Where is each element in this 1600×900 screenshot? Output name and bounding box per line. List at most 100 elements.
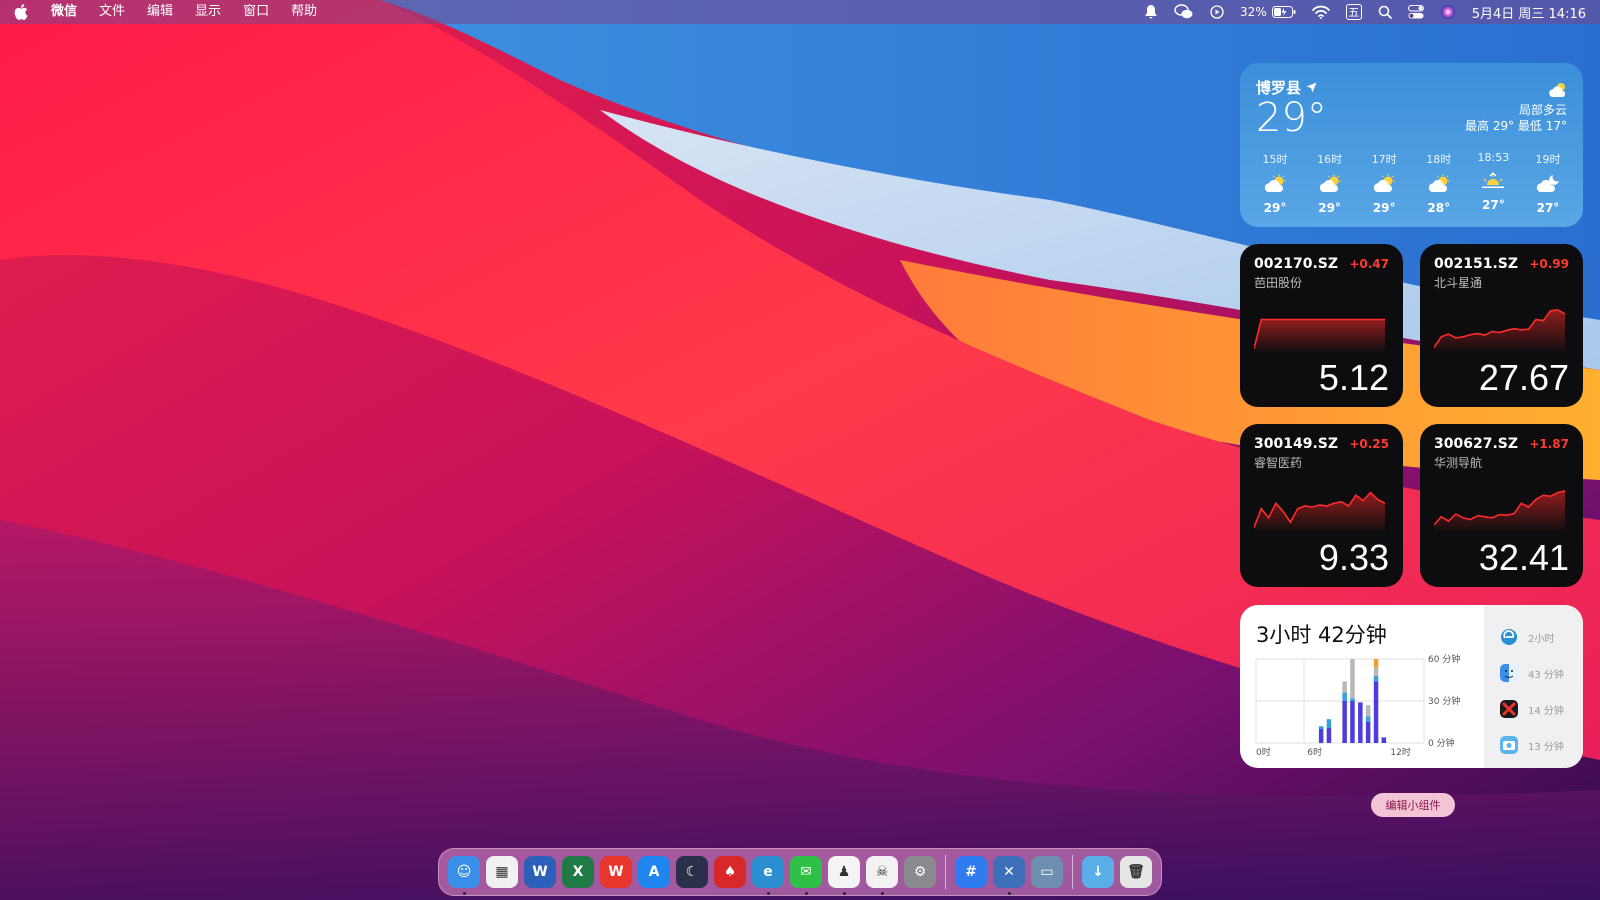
weather-hour-temp: 27° [1536, 201, 1560, 215]
wifi-icon[interactable] [1304, 0, 1338, 24]
cat-app-icon: ☾ [676, 856, 708, 888]
stock-change: +1.87 [1529, 437, 1569, 451]
menu-file[interactable]: 文件 [88, 0, 136, 24]
stock-sparkline-area [1434, 309, 1565, 353]
weather-condition-block: 局部多云 最高 29° 最低 17° [1465, 102, 1567, 134]
dock-item[interactable]: ♟ [825, 848, 863, 896]
xcode-icon: ✕ [993, 856, 1025, 888]
dock-item[interactable]: ☾ [673, 848, 711, 896]
stock-widget[interactable]: 002170.SZ +0.47 芭田股份 5.12 [1240, 244, 1403, 407]
chart-y-tick-label: 30 分钟 [1428, 695, 1460, 707]
dock-item[interactable]: ♠ [711, 848, 749, 896]
screen-time-app-row: 2小时 [1500, 619, 1583, 655]
spotlight-search-icon[interactable] [1370, 0, 1400, 24]
stock-name: 北斗星通 [1434, 276, 1483, 290]
weather-widget[interactable]: 博罗县 29° 局部多云 最高 29° 最低 17° 15时 29° 16时 29° 1… [1240, 63, 1583, 227]
weather-hour-temp: 27° [1482, 198, 1505, 212]
menu-window[interactable]: 窗口 [232, 0, 280, 24]
chart-bar [1318, 729, 1324, 743]
weather-hour-item: 17时 29° [1359, 151, 1409, 215]
dock-item[interactable]: # [952, 848, 990, 896]
input-method-label: 五 [1345, 4, 1362, 20]
dock-item[interactable]: ⚙ [901, 848, 939, 896]
weather-hour-time: 16时 [1317, 153, 1343, 166]
dock-item[interactable]: ▭ [1028, 848, 1066, 896]
weather-hour-item: 19时 27° [1523, 151, 1573, 215]
wechat-status-icon[interactable] [1166, 0, 1202, 24]
hashtag-app-icon: # [955, 856, 987, 888]
chart-x-tick-label: 0时 [1256, 746, 1271, 758]
dock-item[interactable]: ▦ [483, 848, 521, 896]
chart-bar [1350, 698, 1355, 701]
chart-bar [1365, 705, 1371, 717]
partly-cloudy-sun-icon [1317, 169, 1343, 199]
stock-name: 芭田股份 [1254, 276, 1303, 290]
xmind-icon [1500, 700, 1518, 718]
chart-bar [1373, 681, 1379, 743]
dock-item[interactable]: X [559, 848, 597, 896]
dock-item[interactable]: e [749, 848, 787, 896]
chart-bar [1373, 675, 1379, 682]
chart-y-tick-label: 0 分钟 [1428, 737, 1455, 749]
battery-percent: 32% [1240, 5, 1267, 19]
stock-widget[interactable]: 300149.SZ +0.25 睿智医药 9.33 [1240, 424, 1403, 587]
battery-icon [1271, 6, 1296, 18]
app-store-icon: A [638, 856, 670, 888]
chart-bar [1365, 716, 1371, 722]
partly-cloudy-sun-icon [1371, 169, 1397, 199]
chart-bar [1342, 681, 1347, 693]
dock-item[interactable]: ☠ [863, 848, 901, 896]
chart-bar [1342, 692, 1347, 701]
menu-app-name[interactable]: 微信 [40, 0, 88, 24]
weather-hour-temp: 29° [1318, 201, 1341, 215]
input-method-icon[interactable]: 五 [1338, 0, 1370, 24]
dock-item[interactable]: ✕ [990, 848, 1028, 896]
dock-separator [945, 855, 946, 889]
dock-item[interactable]: ✉ [787, 848, 825, 896]
dock-item[interactable]: ↓ [1079, 848, 1117, 896]
dock-item[interactable]: W [597, 848, 635, 896]
weather-hour-time: 15时 [1262, 153, 1288, 166]
weather-hour-temp: 29° [1372, 201, 1396, 215]
running-indicator [880, 892, 884, 895]
finder-icon: ☺ [448, 856, 480, 888]
menu-view[interactable]: 显示 [184, 0, 232, 24]
battery-status[interactable]: 32% [1232, 0, 1304, 24]
notification-bell-icon[interactable] [1136, 0, 1166, 24]
chart-x-tick-label: 12时 [1390, 746, 1410, 758]
stock-sparkline [1434, 490, 1565, 533]
menu-edit[interactable]: 编辑 [136, 0, 184, 24]
edit-widgets-button[interactable]: 编辑小组件 [1371, 793, 1455, 817]
running-indicator [804, 892, 808, 895]
screen-time-app-list: 2小时 43 分钟 14 分钟 13 分钟 [1484, 605, 1583, 768]
stock-price: 32.41 [1478, 537, 1569, 578]
downloads-folder-icon: ↓ [1082, 856, 1114, 888]
weather-hour-time: 18时 [1426, 153, 1452, 166]
stock-change: +0.47 [1349, 257, 1389, 271]
screen-time-widget[interactable]: 3小时 42分钟 60 分钟 30 分钟 0 分钟 0时 6时 12时 2小时 43 分钟… [1240, 605, 1583, 768]
chart-bar [1358, 702, 1363, 743]
dock-item[interactable]: A [635, 848, 673, 896]
word-icon: W [524, 856, 556, 888]
play-status-icon[interactable] [1202, 0, 1232, 24]
stock-widget[interactable]: 300627.SZ +1.87 华测导航 32.41 [1420, 424, 1583, 587]
stock-widget[interactable]: 002151.SZ +0.99 北斗星通 27.67 [1420, 244, 1583, 407]
control-center-icon[interactable] [1400, 0, 1432, 24]
dock-item[interactable]: W [521, 848, 559, 896]
stock-price: 9.33 [1318, 537, 1389, 578]
weather-hourly-forecast: 15时 29° 16时 29° 17时 29° 18时 28° 18:53 27° 19时 27° [1250, 151, 1573, 215]
menubar-clock[interactable]: 5月4日 周三 14:16 [1464, 3, 1586, 22]
chart-bar [1373, 667, 1379, 676]
screenshot-icon [1500, 736, 1518, 754]
apple-menu-icon[interactable] [14, 4, 40, 20]
menu-help[interactable]: 帮助 [280, 0, 328, 24]
siri-icon[interactable] [1432, 0, 1464, 24]
screen-time-app-row: 14 分钟 [1500, 691, 1583, 727]
screen-time-app-duration: 43 分钟 [1528, 669, 1564, 681]
screen-time-app-duration: 13 分钟 [1528, 741, 1564, 753]
dock-item[interactable]: ☺ [445, 848, 483, 896]
stock-price: 27.67 [1478, 357, 1569, 398]
dock-item[interactable]: 🗑 [1117, 848, 1155, 896]
weather-hour-temp: 29° [1263, 201, 1287, 215]
screen-time-total: 3小时 42分钟 [1256, 623, 1387, 647]
